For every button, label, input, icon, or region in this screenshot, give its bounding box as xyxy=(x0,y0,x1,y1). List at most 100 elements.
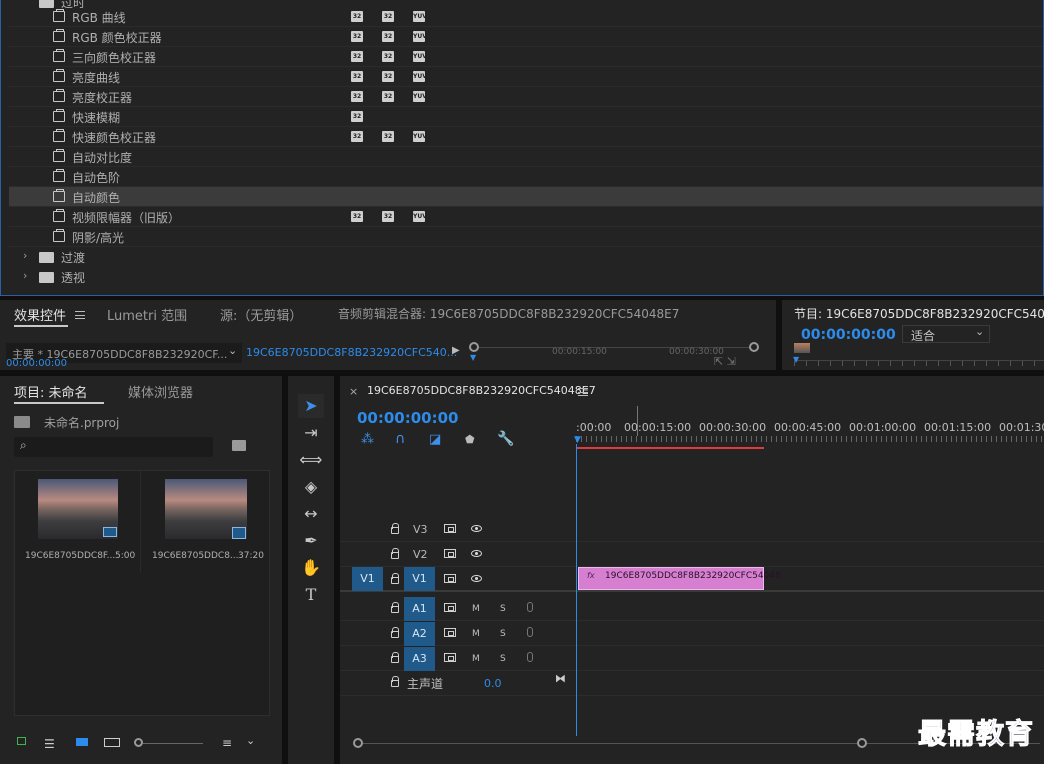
timeline-timecode[interactable]: 00:00:00:00 xyxy=(357,409,459,427)
effect-item[interactable]: 视频限幅器（旧版） 32 32 YUV xyxy=(9,207,1043,227)
sort-icon[interactable]: ≡ xyxy=(222,736,232,750)
eye-icon[interactable] xyxy=(471,525,482,532)
tab-lumetri-scopes[interactable]: Lumetri 范围 xyxy=(107,305,187,324)
mic-icon[interactable] xyxy=(527,627,533,637)
panel-menu-icon[interactable] xyxy=(75,311,85,319)
scroll-knob-right[interactable] xyxy=(749,342,759,352)
list-view-icon[interactable]: ☰ xyxy=(44,737,55,751)
chevron-down-icon[interactable]: ⌄ xyxy=(228,344,237,357)
snap-icon[interactable]: ∩ xyxy=(395,431,405,447)
effect-item[interactable]: 亮度曲线 32 32 YUV xyxy=(9,67,1043,87)
mute-button[interactable]: M xyxy=(472,629,480,639)
eye-icon[interactable] xyxy=(471,550,482,557)
toggle-sync-icon[interactable] xyxy=(444,549,456,558)
playhead-icon[interactable]: ▼ xyxy=(793,355,799,364)
effect-item[interactable]: 自动颜色 xyxy=(9,187,1043,207)
zoom-slider-knob[interactable] xyxy=(134,738,143,747)
chevron-down-icon[interactable]: ⌄ xyxy=(246,734,255,747)
lock-icon[interactable] xyxy=(391,676,399,687)
tab-audio-clip-mixer[interactable]: 音频剪辑混合器: 19C6E8705DDC8F8B232920CFC54048E… xyxy=(338,305,679,322)
wrench-icon[interactable]: 🔧 xyxy=(497,431,514,447)
go-to-in-out-icon[interactable]: ⧓ xyxy=(555,672,566,685)
effect-item[interactable]: 快速颜色校正器 32 32 YUV xyxy=(9,127,1043,147)
toggle-sync-icon[interactable] xyxy=(444,603,456,612)
effect-item[interactable]: 阴影/高光 xyxy=(9,227,1043,247)
toggle-sync-icon[interactable] xyxy=(444,524,456,533)
hand-tool-icon[interactable]: ✋ xyxy=(298,556,324,580)
zoom-select[interactable]: 适合 ⌄ xyxy=(902,325,990,343)
type-tool-icon[interactable]: T xyxy=(298,583,324,607)
tab-source[interactable]: 源:（无剪辑） xyxy=(220,305,302,324)
solo-button[interactable]: S xyxy=(500,654,506,664)
track-select-tool-icon[interactable]: ⇥ xyxy=(298,421,324,445)
toggle-sync-icon[interactable] xyxy=(444,628,456,637)
close-icon[interactable]: × xyxy=(349,385,358,398)
panel-menu-icon[interactable] xyxy=(578,388,588,396)
solo-button[interactable]: S xyxy=(500,629,506,639)
master-volume-value[interactable]: 0.0 xyxy=(484,677,502,690)
linked-selection-icon[interactable]: ◪ xyxy=(429,432,441,447)
chevron-right-icon[interactable]: › xyxy=(23,269,27,282)
solo-button[interactable]: S xyxy=(500,604,506,614)
tab-project[interactable]: 项目: 未命名 xyxy=(14,382,88,401)
scroll-knob-left[interactable] xyxy=(469,342,479,352)
chevron-down-icon[interactable]: ⌄ xyxy=(975,325,984,338)
freeform-view-icon[interactable] xyxy=(104,738,120,747)
play-icon[interactable]: ▶ xyxy=(452,345,460,356)
razor-tool-icon[interactable]: ◈ xyxy=(298,475,324,499)
folder-perspective[interactable]: › 透视 xyxy=(9,267,1043,287)
project-item[interactable]: 19C6E8705DDC8... 37:20 xyxy=(142,471,270,573)
icon-view-icon[interactable] xyxy=(76,738,88,746)
project-item[interactable]: 19C6E8705DDC8F... 5:00 xyxy=(15,471,141,573)
lock-icon[interactable] xyxy=(391,573,399,584)
track-target-a3[interactable]: A3 xyxy=(404,647,435,671)
effect-item[interactable]: 自动对比度 xyxy=(9,147,1043,167)
track-target-a1[interactable]: A1 xyxy=(404,597,435,621)
track-target-v1[interactable]: V1 xyxy=(404,567,435,591)
add-marker-icon[interactable]: ⬟ xyxy=(465,433,475,446)
sequence-tab[interactable]: 19C6E8705DDC8F8B232920CFC54048E7 xyxy=(367,384,596,397)
search-input[interactable]: ⌕ xyxy=(14,437,213,457)
chevron-right-icon[interactable]: › xyxy=(23,249,27,262)
new-bin-icon[interactable] xyxy=(232,440,246,451)
effect-item[interactable]: 亮度校正器 32 32 YUV xyxy=(9,87,1043,107)
effect-item[interactable]: 快速模糊 32 xyxy=(9,107,1043,127)
program-title[interactable]: 节目: 19C6E8705DDC8F8B232920CFC54048E7 xyxy=(794,305,1044,322)
mic-icon[interactable] xyxy=(527,652,533,662)
slip-tool-icon[interactable]: ↔ xyxy=(298,502,324,526)
lock-icon[interactable] xyxy=(391,523,399,534)
track-target-a2[interactable]: A2 xyxy=(404,622,435,646)
lock-icon[interactable] xyxy=(391,548,399,559)
ripple-edit-tool-icon[interactable]: ⟺ xyxy=(298,448,324,472)
zoom-slider[interactable] xyxy=(143,743,203,744)
mute-button[interactable]: M xyxy=(472,654,480,664)
lock-icon[interactable] xyxy=(17,737,26,745)
toggle-sync-icon[interactable] xyxy=(444,653,456,662)
source-patch-v1[interactable]: V1 xyxy=(352,567,383,591)
lock-icon[interactable] xyxy=(391,602,399,613)
sequence-clip-label[interactable]: 19C6E8705DDC8F8B232920CFC540... xyxy=(246,346,457,359)
program-timecode[interactable]: 00:00:00:00 xyxy=(801,327,896,343)
playhead-line[interactable] xyxy=(576,444,577,736)
lock-icon[interactable] xyxy=(391,652,399,663)
effect-item[interactable]: RGB 颜色校正器 32 32 YUV xyxy=(9,27,1043,47)
lock-icon[interactable] xyxy=(391,627,399,638)
playhead-icon[interactable]: ▼ xyxy=(470,353,476,362)
pen-tool-icon[interactable]: ✒ xyxy=(298,529,324,553)
tab-media-browser[interactable]: 媒体浏览器 xyxy=(128,382,193,401)
export-icon[interactable]: ⇱ ⇲ xyxy=(714,355,736,368)
scroll-knob-right[interactable] xyxy=(857,738,867,748)
mute-button[interactable]: M xyxy=(472,604,480,614)
toggle-sync-icon[interactable] xyxy=(444,574,456,583)
video-clip[interactable]: fx 19C6E8705DDC8F8B232920CFC54048 xyxy=(578,567,781,590)
effect-item[interactable]: RGB 曲线 32 32 YUV xyxy=(9,7,1043,27)
effect-item[interactable]: 自动色阶 xyxy=(9,167,1043,187)
nest-icon[interactable]: ⁂ xyxy=(361,432,374,447)
track-master[interactable] xyxy=(340,671,1044,696)
timecode-small[interactable]: 00:00:00:00 xyxy=(6,358,67,369)
selection-tool-icon[interactable]: ➤ xyxy=(298,394,324,418)
tab-effect-controls[interactable]: 效果控件 xyxy=(14,305,66,324)
program-ruler[interactable] xyxy=(794,360,1044,366)
effect-item[interactable]: 三向颜色校正器 32 32 YUV xyxy=(9,47,1043,67)
mic-icon[interactable] xyxy=(527,602,533,612)
